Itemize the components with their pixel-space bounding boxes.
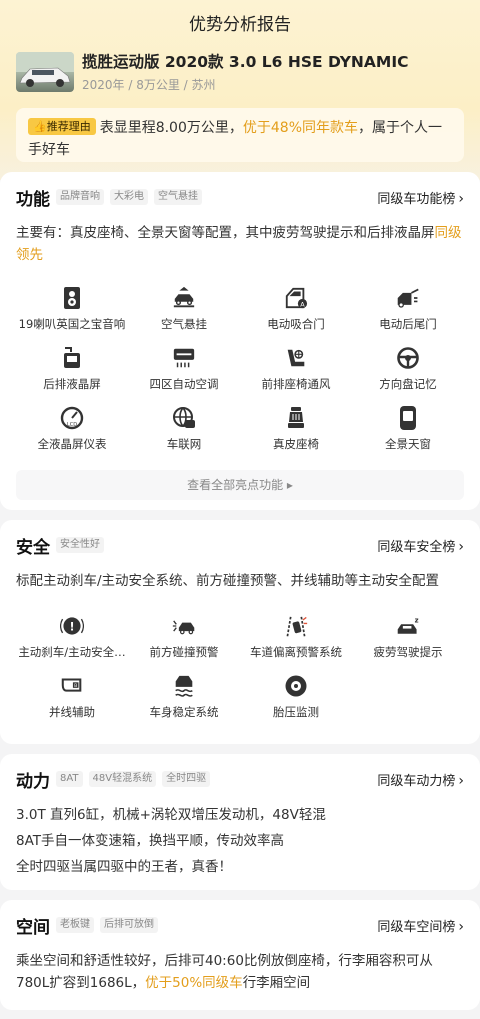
function-rank-link[interactable]: 同级车功能榜 › <box>377 188 464 207</box>
thumbs-up-icon: 👍 <box>33 120 47 133</box>
feature-item[interactable]: 电动后尾门 <box>352 286 464 346</box>
svg-text:LCD: LCD <box>67 422 77 428</box>
function-tag: 空气悬挂 <box>154 189 202 205</box>
power-tag: 8AT <box>56 771 83 787</box>
reason-highlight: 优于48%同年款车 <box>242 120 358 136</box>
safety-item[interactable]: 前方碰撞预警 <box>128 614 240 674</box>
reason-text-a: 表显里程8.00万公里， <box>99 120 243 136</box>
report-header: 优势分析报告 揽胜运动版 2020款 3.0 L6 HSE DYNAMIC 20… <box>0 0 480 180</box>
seat-vent-icon <box>284 346 308 370</box>
feature-item[interactable]: 前排座椅通风 <box>240 346 352 406</box>
connected-car-icon <box>172 406 196 430</box>
power-tailgate-icon <box>396 286 420 310</box>
rear-screen-icon <box>60 346 84 370</box>
tire-pressure-icon <box>284 674 308 698</box>
space-title: 空间 <box>16 917 50 938</box>
blind-spot-icon: B <box>60 674 84 698</box>
feature-item[interactable]: 真皮座椅 <box>240 406 352 466</box>
safety-tag: 安全性好 <box>56 537 104 553</box>
feature-item[interactable]: LCD 全液晶屏仪表 <box>16 406 128 466</box>
chevron-right-icon: › <box>458 918 464 935</box>
chevron-right-icon: › <box>458 190 464 207</box>
chevron-right-icon: › <box>458 538 464 555</box>
feature-item[interactable]: 19喇叭英国之宝音响 <box>16 286 128 346</box>
space-rank-link[interactable]: 同级车空间榜 › <box>377 916 464 935</box>
feature-item[interactable]: 车联网 <box>128 406 240 466</box>
power-desc: 3.0T 直列6缸，机械+涡轮双增压发动机，48V轻混 8AT手自一体变速箱，换… <box>16 802 464 880</box>
brake-icon: ! <box>60 614 84 638</box>
recommend-badge: 👍推荐理由 <box>28 118 96 135</box>
safety-title: 安全 <box>16 537 50 558</box>
svg-text:z: z <box>415 617 419 625</box>
leather-seat-icon <box>284 406 308 430</box>
safety-desc: 标配主动刹车/主动安全系统、前方碰撞预警、并线辅助等主动安全配置 <box>16 573 440 589</box>
steering-wheel-icon <box>396 346 420 370</box>
speaker-icon <box>60 286 84 310</box>
power-rank-link[interactable]: 同级车动力榜 › <box>377 770 464 789</box>
car-thumbnail <box>16 52 74 92</box>
safety-grid: ! 主动刹车/主动安全… 前方碰撞预警 车道偏离预警系统 z 疲劳驾驶提示 B … <box>16 614 464 734</box>
car-meta: 2020年 / 8万公里 / 苏州 <box>82 78 216 92</box>
safety-item[interactable]: z 疲劳驾驶提示 <box>352 614 464 674</box>
space-tag: 后排可放倒 <box>100 917 158 933</box>
safety-item[interactable]: ! 主动刹车/主动安全… <box>16 614 128 674</box>
view-all-features-button[interactable]: 查看全部亮点功能 ▸ <box>16 470 464 500</box>
function-tag: 大彩电 <box>110 189 148 205</box>
svg-text:B: B <box>74 683 77 689</box>
safety-item[interactable]: 车道偏离预警系统 <box>240 614 352 674</box>
power-tag: 48V轻混系统 <box>88 771 157 787</box>
recommend-reason-card: 👍推荐理由 表显里程8.00万公里，优于48%同年款车，属于个人一手好车 <box>16 108 464 162</box>
feature-item[interactable]: 方向盘记忆 <box>352 346 464 406</box>
page-title: 优势分析报告 <box>189 15 291 35</box>
car-summary: 揽胜运动版 2020款 3.0 L6 HSE DYNAMIC 2020年 / 8… <box>16 52 464 93</box>
power-tag: 全时四驱 <box>162 771 211 787</box>
feature-item[interactable]: 四区自动空调 <box>128 346 240 406</box>
function-tag: 品牌音响 <box>56 189 104 205</box>
stability-icon <box>172 674 196 698</box>
svg-text:!: ! <box>69 620 74 633</box>
safety-rank-link[interactable]: 同级车安全榜 › <box>377 536 464 555</box>
feature-item[interactable]: 空气悬挂 <box>128 286 240 346</box>
power-line: 3.0T 直列6缸，机械+涡轮双增压发动机，48V轻混 <box>16 807 326 823</box>
fatigue-icon: z <box>396 614 420 638</box>
chevron-right-icon: › <box>458 772 464 789</box>
space-desc: 乘坐空间和舒适性较好，后排可40:60比例放倒座椅，行李厢容积可从780L扩容到… <box>16 953 433 991</box>
function-grid: 19喇叭英国之宝音响 空气悬挂 A 电动吸合门 电动后尾门 后排液晶屏 四区自动… <box>16 286 464 466</box>
feature-item[interactable]: 全景天窗 <box>352 406 464 466</box>
lcd-gauge-icon: LCD <box>60 406 84 430</box>
svg-text:A: A <box>300 300 305 308</box>
power-door-icon: A <box>284 286 308 310</box>
power-line: 8AT手自一体变速箱，换挡平顺，传动效率高 <box>16 833 285 849</box>
safety-item[interactable]: B 并线辅助 <box>16 674 128 734</box>
function-section: 功能 品牌音响 大彩电 空气悬挂 同级车功能榜 › 主要有：真皮座椅、全景天窗等配… <box>0 172 480 510</box>
car-name: 揽胜运动版 2020款 3.0 L6 HSE DYNAMIC <box>82 53 409 71</box>
safety-section: 安全 安全性好 同级车安全榜 › 标配主动刹车/主动安全系统、前方碰撞预警、并线辅… <box>0 520 480 744</box>
function-title: 功能 <box>16 189 50 210</box>
sunroof-icon <box>396 406 420 430</box>
ac-icon <box>172 346 196 370</box>
space-section: 空间 老板键 后排可放倒 同级车空间榜 › 乘坐空间和舒适性较好，后排可40:60… <box>0 900 480 1010</box>
feature-item[interactable]: A 电动吸合门 <box>240 286 352 346</box>
air-suspension-icon <box>172 286 196 310</box>
power-title: 动力 <box>16 771 50 792</box>
lane-departure-icon <box>284 614 308 638</box>
feature-item[interactable]: 后排液晶屏 <box>16 346 128 406</box>
collision-warning-icon <box>172 614 196 638</box>
function-desc: 主要有：真皮座椅、全景天窗等配置，其中疲劳驾驶提示和后排液晶屏同级领先 <box>16 225 462 263</box>
power-line: 全时四驱当属四驱中的王者，真香！ <box>16 859 232 875</box>
safety-item[interactable]: 胎压监测 <box>240 674 352 734</box>
power-section: 动力 8AT 48V轻混系统 全时四驱 同级车动力榜 › 3.0T 直列6缸，机械… <box>0 754 480 890</box>
space-tag: 老板键 <box>56 917 94 933</box>
safety-item[interactable]: 车身稳定系统 <box>128 674 240 734</box>
